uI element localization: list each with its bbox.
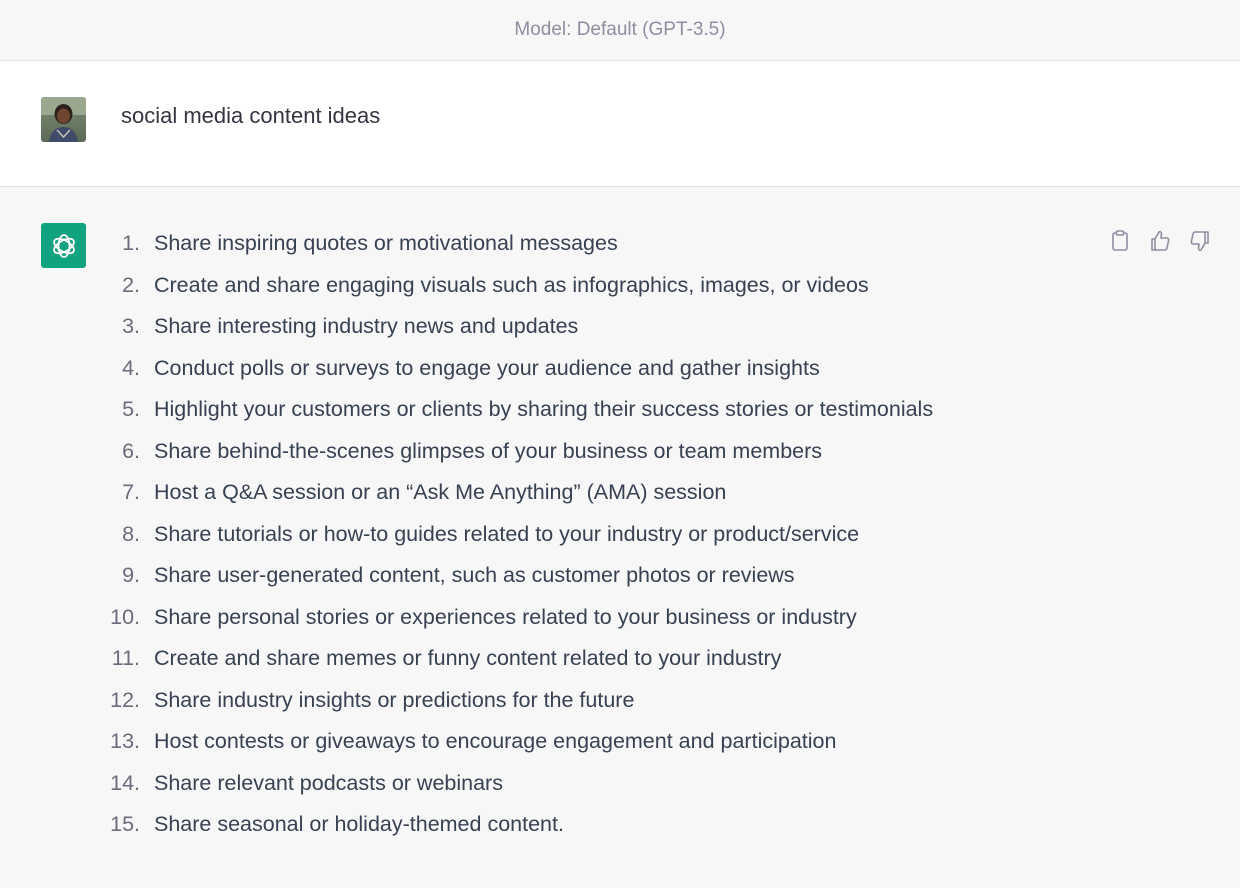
list-item-number: 5.	[122, 397, 140, 421]
thumbs-up-icon	[1151, 230, 1170, 251]
list-item-text: Host a Q&A session or an “Ask Me Anythin…	[154, 480, 727, 504]
chat-page: Model: Default (GPT-3.5) social media co…	[0, 0, 1240, 888]
model-label: Model: Default (GPT-3.5)	[514, 19, 726, 40]
list-item-text: Create and share memes or funny content …	[154, 646, 782, 670]
list-item-text: Highlight your customers or clients by s…	[154, 397, 934, 421]
list-item-text: Share relevant podcasts or webinars	[154, 770, 503, 795]
list-item-number: 7.	[122, 480, 140, 504]
list-item-text: Share tutorials or how-to guides related…	[154, 521, 860, 546]
thumbs-up-button[interactable]	[1146, 227, 1174, 255]
list-item-text: Share inspiring quotes or motivational m…	[154, 231, 618, 255]
list-item-number: 3.	[122, 314, 140, 338]
list-item-text: Conduct polls or surveys to engage your …	[154, 355, 820, 380]
list-item-text: Share industry insights or predictions f…	[154, 687, 635, 712]
list-item-text: Create and share engaging visuals such a…	[154, 272, 869, 297]
list-item-number: 14.	[110, 770, 140, 795]
clipboard-icon	[1112, 230, 1128, 251]
list-item-number: 11.	[111, 646, 140, 670]
list-item-number: 6.	[122, 438, 140, 463]
list-item-text: Share interesting industry news and upda…	[154, 314, 579, 338]
list-item-text: Share user-generated content, such as cu…	[154, 563, 795, 587]
list-item-number: 9.	[122, 563, 140, 587]
user-avatar	[41, 97, 86, 142]
message-actions	[1106, 227, 1214, 255]
list-item-text: Share seasonal or holiday-themed content…	[154, 812, 564, 836]
copy-button[interactable]	[1106, 227, 1134, 255]
list-item-number: 4.	[122, 355, 140, 380]
list-item-number: 2.	[122, 272, 140, 297]
list-item-text: Share personal stories or experiences re…	[154, 604, 857, 629]
list-item-number: 13.	[110, 729, 140, 753]
model-header: Model: Default (GPT-3.5)	[0, 0, 1240, 61]
user-message-row: social media content ideas	[0, 61, 1240, 187]
list-item-number: 8.	[122, 521, 140, 546]
assistant-message-row: 1. Share inspiring quotes or motivational…	[0, 187, 1240, 888]
user-message-text: social media content ideas	[121, 103, 381, 128]
list-item-text: Host contests or giveaways to encourage …	[154, 729, 837, 753]
list-item-number: 12.	[110, 687, 140, 712]
thumbs-down-button[interactable]	[1186, 227, 1214, 255]
list-item-number: 15.	[110, 812, 140, 836]
list-item-text: Share behind-the-scenes glimpses of your…	[154, 438, 823, 463]
list-item-number: 1.	[122, 231, 140, 255]
list-item-number: 10.	[110, 604, 140, 629]
thumbs-down-icon	[1190, 231, 1209, 252]
